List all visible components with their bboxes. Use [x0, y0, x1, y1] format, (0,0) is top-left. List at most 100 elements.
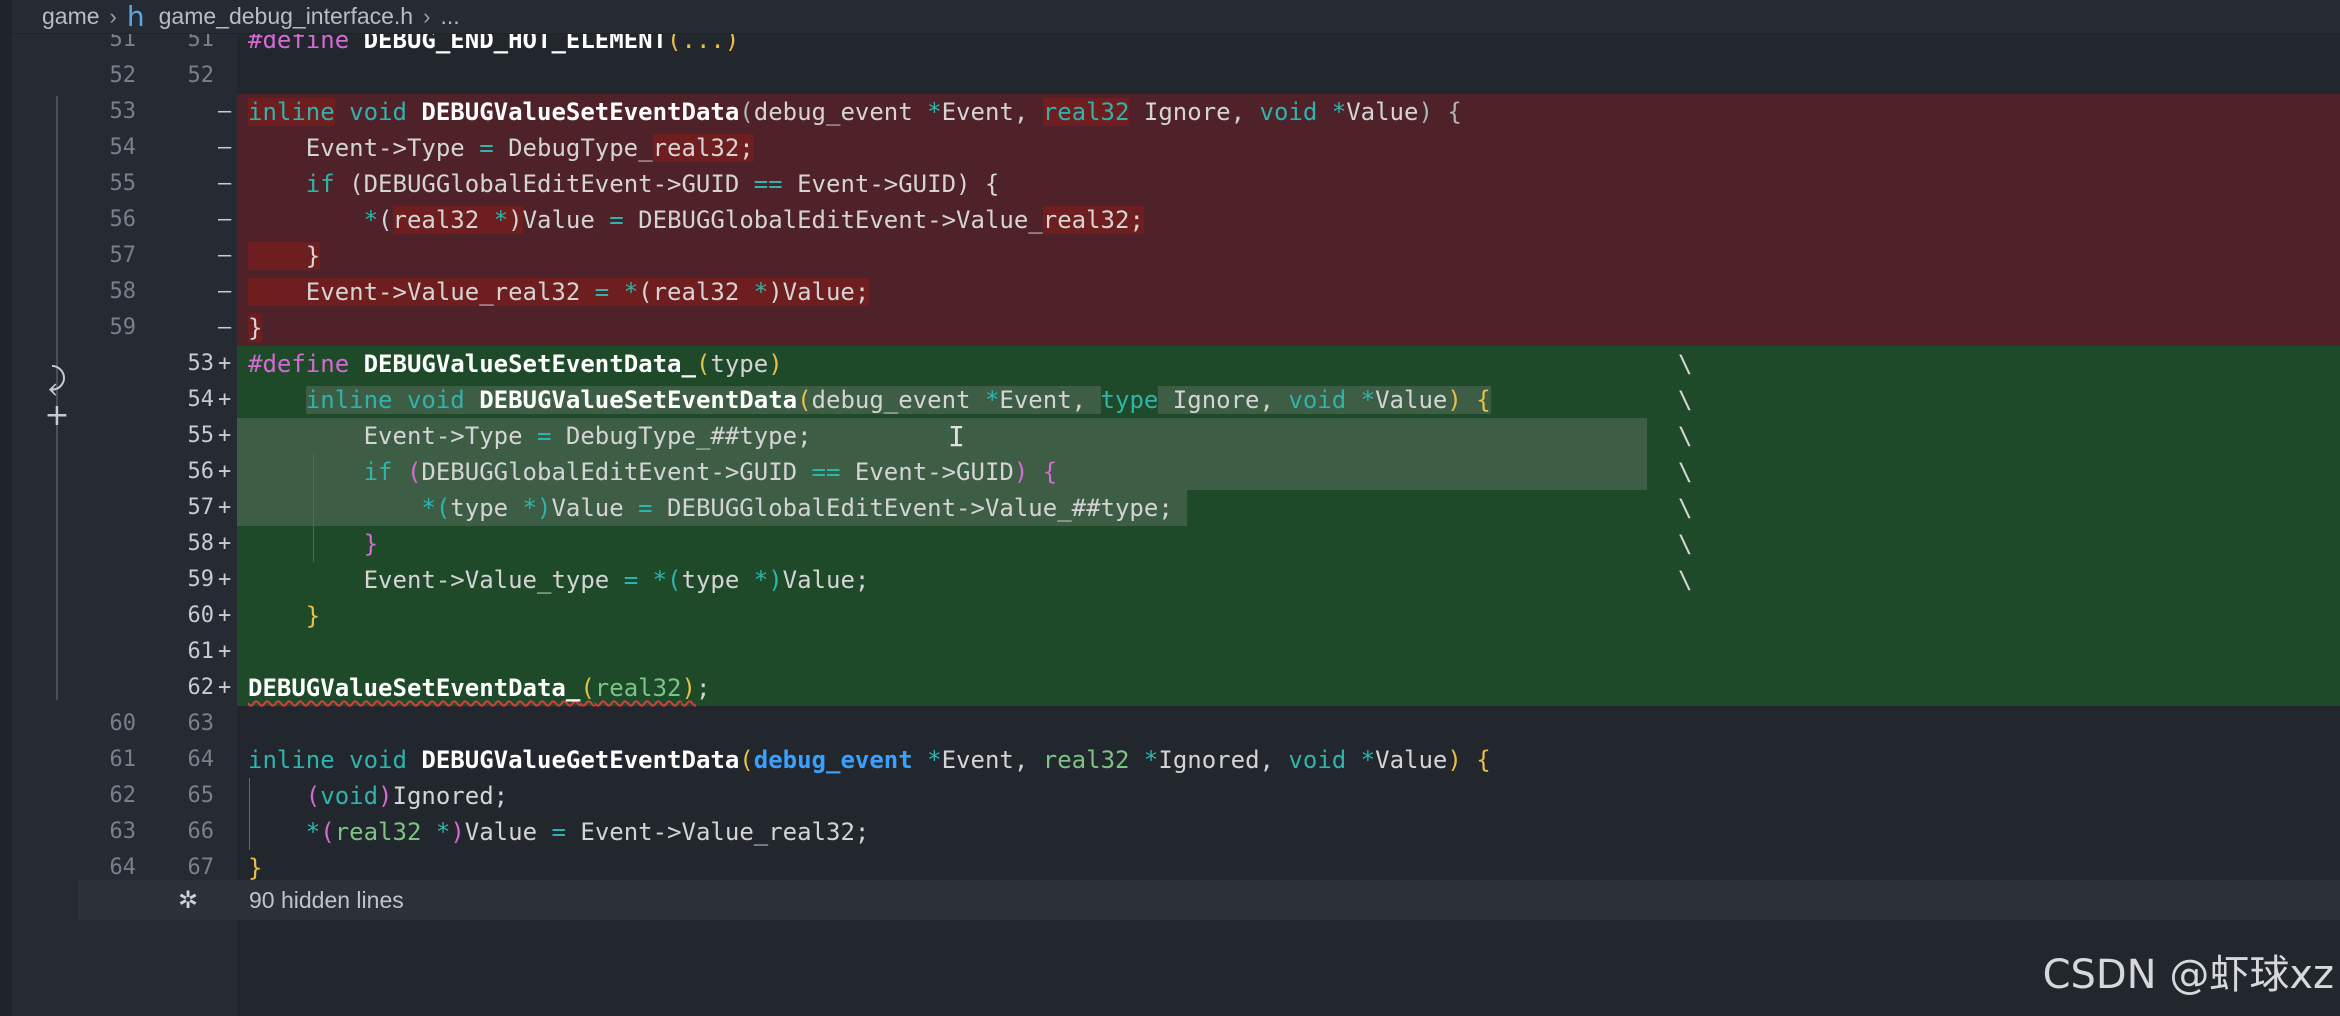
- added-marker: +: [218, 351, 232, 376]
- line-continuation: \: [1678, 494, 1693, 522]
- removed-marker: —: [218, 171, 232, 196]
- code-line[interactable]: inline void DEBUGValueSetEventData(debug…: [248, 382, 1491, 418]
- code-line[interactable]: Event->Type = DebugType_##type;: [248, 418, 812, 454]
- code-line[interactable]: *(real32 *)Value = DEBUGGlobalEditEvent-…: [248, 202, 1144, 238]
- removed-marker: —: [218, 135, 232, 160]
- old-line-number: 54: [109, 135, 137, 160]
- watermark: CSDN @虾球xz: [2042, 952, 2334, 998]
- code-line[interactable]: }: [248, 238, 321, 274]
- new-line-number: 58: [187, 531, 215, 556]
- code-line[interactable]: DEBUGValueSetEventData_(real32);: [248, 670, 710, 706]
- old-line-number: 53: [109, 99, 137, 124]
- line-continuation: \: [1678, 350, 1693, 378]
- code-line[interactable]: *(type *)Value = DEBUGGlobalEditEvent->V…: [248, 490, 1172, 526]
- diff-line-removed: 53 — inline void DEBUGValueSetEventData(…: [78, 94, 2340, 130]
- old-line-number: 57: [109, 243, 137, 268]
- revert-icon[interactable]: ⤸: [42, 362, 72, 398]
- diff-line-added: 59 + Event->Value_type = *(type *)Value;…: [78, 562, 2340, 598]
- diff-line-added: 56 + if (DEBUGGlobalEditEvent->GUID == E…: [78, 454, 2340, 490]
- old-line-number: 58: [109, 279, 137, 304]
- diff-line-added: 55 + Event->Type = DebugType_##type; \: [78, 418, 2340, 454]
- new-line-number: 54: [187, 387, 215, 412]
- line-continuation: \: [1678, 566, 1693, 594]
- line-continuation: \: [1678, 386, 1693, 414]
- new-line-number: 53: [187, 351, 215, 376]
- add-icon[interactable]: +: [42, 398, 72, 434]
- diff-line: 63 66 *(real32 *)Value = Event->Value_re…: [78, 814, 2340, 850]
- activity-strip: [0, 0, 12, 1016]
- chevron-right-icon: ›: [423, 3, 431, 29]
- breadcrumb: game › h game_debug_interface.h › ...: [12, 0, 2340, 34]
- new-line-number: 59: [187, 567, 215, 592]
- added-marker: +: [218, 459, 232, 484]
- diff-line: 52 52: [78, 58, 2340, 94]
- header-file-icon: h: [126, 0, 145, 33]
- removed-marker: —: [218, 207, 232, 232]
- code-line[interactable]: if (DEBUGGlobalEditEvent->GUID == Event-…: [248, 454, 1058, 490]
- hidden-lines-label: 90 hidden lines: [249, 887, 404, 913]
- diff-line-removed: 55 — if (DEBUGGlobalEditEvent->GUID == E…: [78, 166, 2340, 202]
- diff-line-added: 57 + *(type *)Value = DEBUGGlobalEditEve…: [78, 490, 2340, 526]
- code-line[interactable]: *(real32 *)Value = Event->Value_real32;: [248, 814, 870, 850]
- code-line[interactable]: inline void DEBUGValueSetEventData(debug…: [248, 94, 1462, 130]
- added-marker: +: [218, 639, 232, 664]
- code-line[interactable]: }: [248, 598, 320, 634]
- diff-line-removed: 56 — *(real32 *)Value = DEBUGGlobalEditE…: [78, 202, 2340, 238]
- text-cursor-icon: I: [948, 420, 965, 453]
- line-continuation: \: [1678, 422, 1693, 450]
- diff-line-added: 58 + } \: [78, 526, 2340, 562]
- diff-line-added: 53 + #define DEBUGValueSetEventData_(typ…: [78, 346, 2340, 382]
- new-line-number: 65: [187, 783, 215, 808]
- new-line-number: 60: [187, 603, 215, 628]
- new-line-number: 61: [187, 639, 215, 664]
- indent-guide: [313, 454, 314, 562]
- diff-line: 60 63: [78, 706, 2340, 742]
- line-continuation: \: [1678, 530, 1693, 558]
- hunk-actions: ⤸ +: [42, 362, 72, 434]
- diff-line-added: 62 + DEBUGValueSetEventData_(real32);: [78, 670, 2340, 706]
- indent-guide: [249, 778, 250, 850]
- diff-line: 61 64 inline void DEBUGValueGetEventData…: [78, 742, 2340, 778]
- code-line[interactable]: (void)Ignored;: [248, 778, 508, 814]
- new-line-number: 64: [187, 747, 215, 772]
- code-line[interactable]: }: [248, 310, 263, 346]
- diff-line: 62 65 (void)Ignored;: [78, 778, 2340, 814]
- unfold-icon[interactable]: ✲: [178, 880, 198, 920]
- old-line-number: 60: [109, 711, 137, 736]
- folder-chevron-icon: ›: [109, 3, 117, 29]
- added-marker: +: [218, 567, 232, 592]
- diff-line-removed: 57 — }: [78, 238, 2340, 274]
- code-line[interactable]: Event->Type = DebugType_real32;: [248, 130, 754, 166]
- breadcrumb-folder[interactable]: game: [42, 3, 100, 30]
- old-line-number: 55: [109, 171, 137, 196]
- old-line-number: 56: [109, 207, 137, 232]
- diff-line-removed: 59 — }: [78, 310, 2340, 346]
- new-line-number: 63: [187, 711, 215, 736]
- removed-marker: —: [218, 243, 232, 268]
- code-line[interactable]: inline void DEBUGValueGetEventData(debug…: [248, 742, 1491, 778]
- line-continuation: \: [1678, 458, 1693, 486]
- breadcrumb-symbol[interactable]: ...: [440, 3, 459, 30]
- old-line-number: 59: [109, 315, 137, 340]
- added-marker: +: [218, 423, 232, 448]
- new-line-number: 57: [187, 495, 215, 520]
- diff-editor: ⤸ + 51 51 #define DEBUG_END_HOT_ELEMENT(…: [12, 0, 2340, 1016]
- code-line[interactable]: Event->Value_real32 = *(real32 *)Value;: [248, 274, 870, 310]
- hidden-lines-bar[interactable]: ✲ 90 hidden lines: [78, 880, 2340, 920]
- added-marker: +: [218, 603, 232, 628]
- new-line-number: 66: [187, 819, 215, 844]
- code-line[interactable]: #define DEBUGValueSetEventData_(type): [248, 346, 783, 382]
- diff-line-added: 61 +: [78, 634, 2340, 670]
- old-line-number: 62: [109, 783, 137, 808]
- removed-marker: —: [218, 279, 232, 304]
- new-line-number: 55: [187, 423, 215, 448]
- old-line-number: 61: [109, 747, 137, 772]
- old-line-number: 52: [109, 63, 137, 88]
- new-line-number: 52: [187, 63, 215, 88]
- new-line-number: 62: [187, 675, 215, 700]
- diff-line-removed: 54 — Event->Type = DebugType_real32;: [78, 130, 2340, 166]
- code-line[interactable]: if (DEBUGGlobalEditEvent->GUID == Event-…: [248, 166, 1000, 202]
- added-marker: +: [218, 495, 232, 520]
- breadcrumb-file[interactable]: game_debug_interface.h: [159, 3, 413, 30]
- code-line[interactable]: Event->Value_type = *(type *)Value;: [248, 562, 870, 598]
